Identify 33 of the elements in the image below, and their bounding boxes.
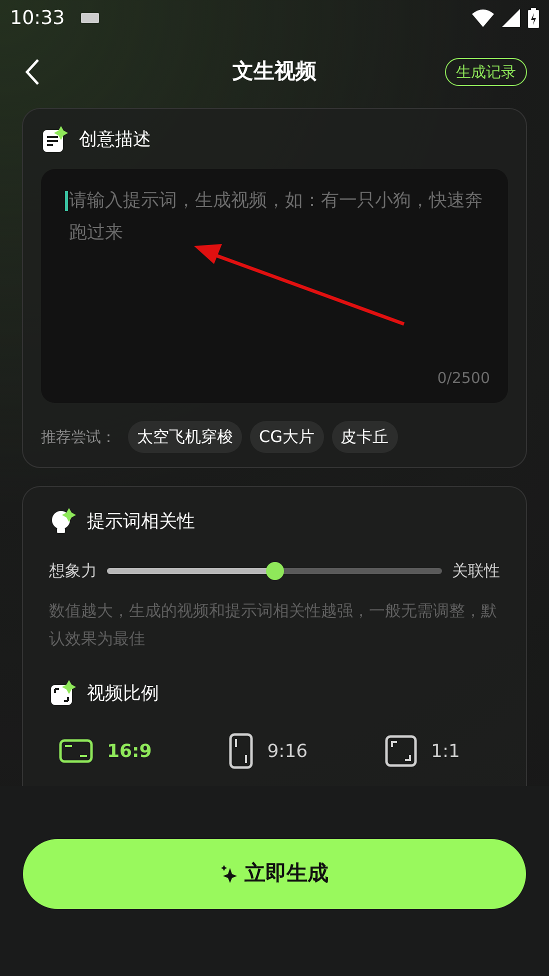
suggestion-chip[interactable]: CG大片	[250, 421, 324, 453]
relevance-slider[interactable]	[107, 561, 442, 581]
suggestion-chip[interactable]: 太空飞机穿梭	[128, 421, 242, 453]
hint-text: 数值越大，生成的视频和提示词相关性越强，一般无需调整，默认效果为最佳	[49, 600, 498, 650]
slider-thumb[interactable]	[266, 562, 284, 580]
wifi-icon	[472, 9, 494, 27]
ratio-option[interactable]: 1:1	[385, 733, 460, 769]
portrait-frame-icon	[229, 733, 254, 769]
history-button[interactable]: 生成记录	[445, 58, 527, 86]
prompt-input[interactable]: 请输入提示词，生成视频，如：有一只小狗，快速奔跑过来	[63, 185, 490, 275]
character-counter: 0/2500	[437, 368, 490, 388]
battery-icon	[528, 8, 539, 28]
landscape-frame-icon	[59, 739, 93, 763]
note-icon	[41, 125, 69, 153]
status-time: 10:33	[10, 6, 65, 31]
suggestion-chip[interactable]: 皮卡丘	[332, 421, 398, 453]
section-title: 视频比例	[87, 682, 159, 706]
keyboard-icon	[80, 13, 99, 23]
page-title: 文生视频	[232, 58, 316, 86]
ratio-option[interactable]: 9:16	[229, 733, 308, 769]
generate-button[interactable]: 立即生成	[23, 839, 526, 909]
prompt-field[interactable]: 请输入提示词，生成视频，如：有一只小狗，快速奔跑过来 0/2500	[41, 169, 508, 403]
sparkle-icon	[220, 865, 236, 883]
section-title: 创意描述	[79, 128, 151, 152]
ratio-option[interactable]: 16:9	[59, 733, 152, 769]
suggestion-label: 推荐尝试：	[41, 426, 116, 448]
slider-left-label: 想象力	[49, 560, 97, 582]
signal-icon	[502, 9, 520, 27]
slider-right-label: 关联性	[452, 560, 500, 582]
lightbulb-icon	[49, 507, 77, 535]
section-title: 提示词相关性	[87, 510, 195, 534]
ratio-icon	[49, 679, 77, 707]
square-frame-icon	[385, 735, 418, 767]
